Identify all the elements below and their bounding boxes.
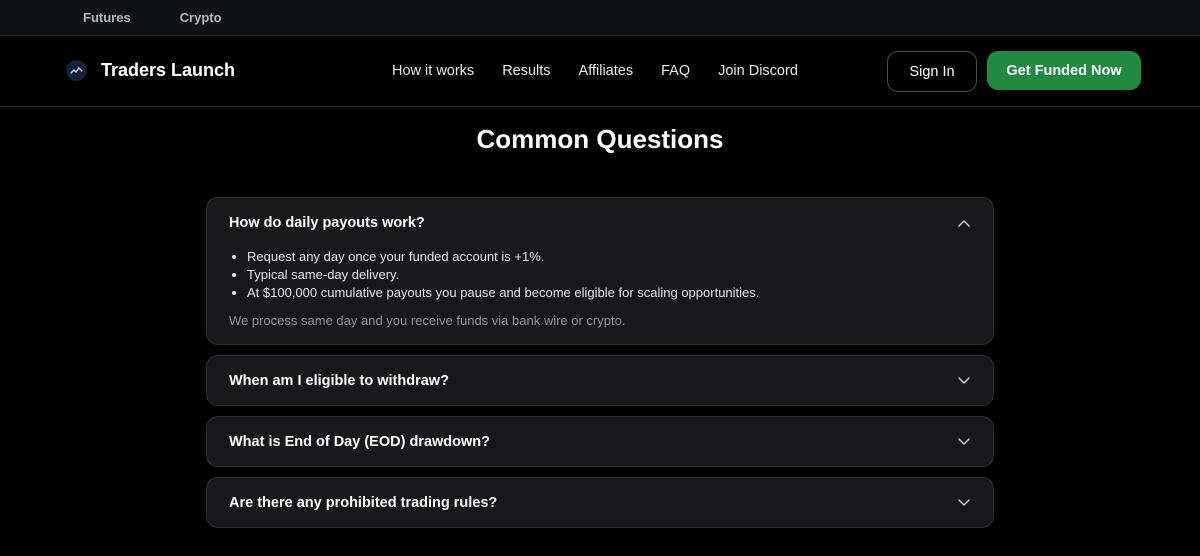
tab-futures[interactable]: Futures [83,10,131,25]
faq-answer-bullet: Request any day once your funded account… [247,248,971,266]
faq-item-withdraw-eligibility: When am I eligible to withdraw? [206,355,994,406]
faq-toggle-eod-drawdown[interactable]: What is End of Day (EOD) drawdown? [207,417,993,466]
brand-name: Traders Launch [101,60,236,80]
faq-answer: Request any day once your funded account… [207,247,993,344]
faq-answer-bullet: At $100,000 cumulative payouts you pause… [247,284,971,302]
sign-in-button[interactable]: Sign In [887,51,977,92]
brand[interactable]: Traders Launch [66,60,235,81]
faq-question: What is End of Day (EOD) drawdown? [229,433,490,450]
section-title: Common Questions [476,124,724,154]
faq-answer-bullets: Request any day once your funded account… [229,248,971,302]
get-funded-now-button[interactable]: Get Funded Now [987,51,1141,90]
nav-link-results[interactable]: Results [502,63,550,79]
faq-question: Are there any prohibited trading rules? [229,494,498,511]
nav-link-faq[interactable]: FAQ [661,63,690,79]
tab-crypto[interactable]: Crypto [180,10,222,25]
faq-answer-bullet: Typical same-day delivery. [247,266,971,284]
faq-question: How do daily payouts work? [229,214,425,231]
chevron-up-icon [957,216,971,230]
faq-question: When am I eligible to withdraw? [229,372,449,389]
chevron-down-icon [957,374,971,388]
faq-toggle-withdraw-eligibility[interactable]: When am I eligible to withdraw? [207,356,993,405]
chart-wave-icon [66,60,87,81]
nav-links: How it works Results Affiliates FAQ Join… [392,63,798,79]
faq-item-eod-drawdown: What is End of Day (EOD) drawdown? [206,416,994,467]
nav-link-how-it-works[interactable]: How it works [392,63,474,79]
chevron-down-icon [957,435,971,449]
nav-link-join-discord[interactable]: Join Discord [718,63,798,79]
faq-item-daily-payouts: How do daily payouts work? Request any d… [206,197,994,345]
chevron-down-icon [957,496,971,510]
main-navbar: Traders Launch How it works Results Affi… [0,36,1200,107]
faq-item-prohibited-rules: Are there any prohibited trading rules? [206,477,994,528]
nav-link-affiliates[interactable]: Affiliates [579,63,634,79]
faq-toggle-prohibited-rules[interactable]: Are there any prohibited trading rules? [207,478,993,527]
faq-toggle-daily-payouts[interactable]: How do daily payouts work? [207,198,993,247]
faq-list: How do daily payouts work? Request any d… [206,197,994,538]
faq-answer-note: We process same day and you receive fund… [229,313,626,328]
top-category-bar: Futures Crypto [0,0,1200,36]
